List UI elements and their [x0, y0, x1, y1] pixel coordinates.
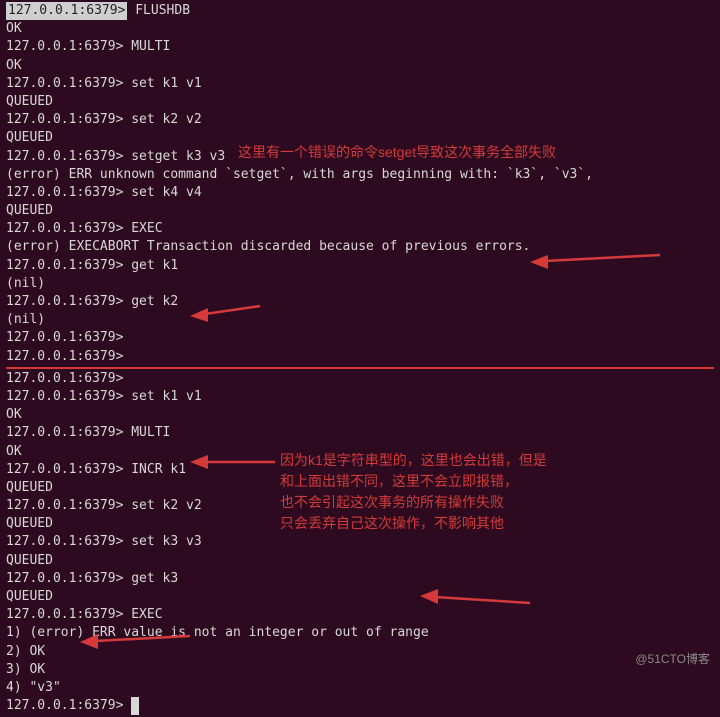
terminal-line: 127.0.0.1:6379> get k2	[6, 293, 714, 311]
terminal-line: QUEUED	[6, 515, 714, 533]
terminal-line: (nil)	[6, 311, 714, 329]
terminal-line: OK	[6, 57, 714, 75]
terminal-line: 127.0.0.1:6379> set k2 v2	[6, 111, 714, 129]
terminal-line: (error) EXECABORT Transaction discarded …	[6, 238, 714, 256]
terminal[interactable]: 127.0.0.1:6379> FLUSHDB OK 127.0.0.1:637…	[0, 0, 720, 717]
section-divider	[6, 367, 714, 369]
terminal-line: 127.0.0.1:6379> EXEC	[6, 606, 714, 624]
terminal-line: OK	[6, 406, 714, 424]
terminal-line: 127.0.0.1:6379>	[6, 348, 714, 366]
terminal-line: 127.0.0.1:6379> INCR k1	[6, 461, 714, 479]
terminal-line: 3) OK	[6, 661, 714, 679]
watermark: @51CTO博客	[635, 651, 710, 668]
terminal-line: 127.0.0.1:6379> set k2 v2	[6, 497, 714, 515]
terminal-line: 1) (error) ERR value is not an integer o…	[6, 624, 714, 642]
terminal-line: QUEUED	[6, 93, 714, 111]
selected-prompt: 127.0.0.1:6379>	[6, 2, 127, 20]
terminal-line: 127.0.0.1:6379> FLUSHDB	[6, 2, 714, 20]
terminal-line: 127.0.0.1:6379> set k1 v1	[6, 75, 714, 93]
terminal-line: 127.0.0.1:6379> MULTI	[6, 424, 714, 442]
terminal-line: QUEUED	[6, 129, 714, 147]
terminal-line: QUEUED	[6, 202, 714, 220]
terminal-line: 127.0.0.1:6379> set k4 v4	[6, 184, 714, 202]
terminal-line: OK	[6, 20, 714, 38]
terminal-line: OK	[6, 443, 714, 461]
terminal-line: QUEUED	[6, 552, 714, 570]
terminal-line: 127.0.0.1:6379> EXEC	[6, 220, 714, 238]
terminal-line: 127.0.0.1:6379>	[6, 370, 714, 388]
terminal-line: 4) "v3"	[6, 679, 714, 697]
terminal-line: QUEUED	[6, 479, 714, 497]
terminal-line: (nil)	[6, 275, 714, 293]
terminal-line: 127.0.0.1:6379> MULTI	[6, 38, 714, 56]
terminal-line: 127.0.0.1:6379> get k1	[6, 257, 714, 275]
cursor-icon: _	[131, 697, 139, 715]
cmd-flushdb: FLUSHDB	[135, 3, 190, 18]
terminal-line: 127.0.0.1:6379>	[6, 329, 714, 347]
terminal-line: 127.0.0.1:6379> set k1 v1	[6, 388, 714, 406]
terminal-line: QUEUED	[6, 588, 714, 606]
terminal-line: (error) ERR unknown command `setget`, wi…	[6, 166, 714, 184]
terminal-line: 127.0.0.1:6379> get k3	[6, 570, 714, 588]
terminal-line: 2) OK	[6, 643, 714, 661]
terminal-line: 127.0.0.1:6379> setget k3 v3	[6, 148, 714, 166]
terminal-line: 127.0.0.1:6379> _	[6, 697, 714, 715]
terminal-line: 127.0.0.1:6379> set k3 v3	[6, 533, 714, 551]
